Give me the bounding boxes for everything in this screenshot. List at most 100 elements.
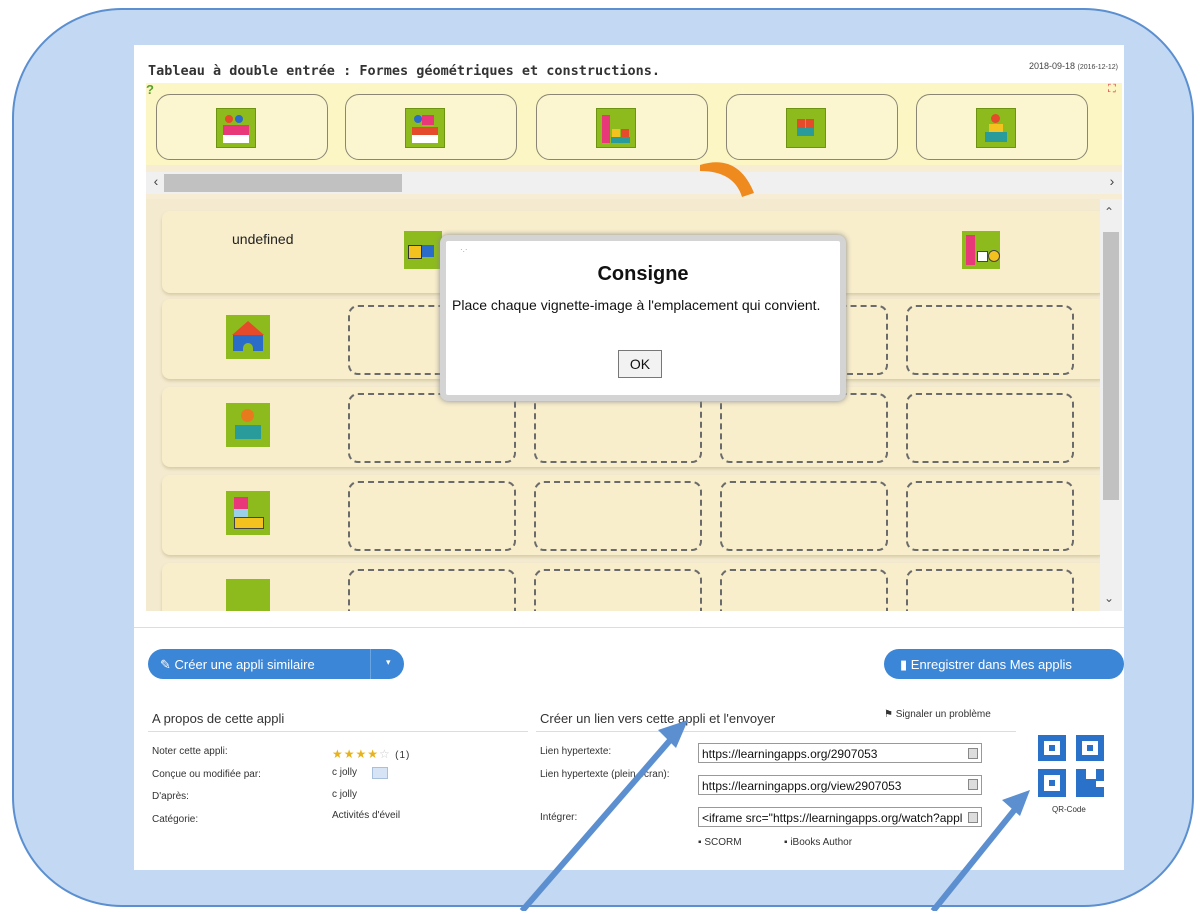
tile-image bbox=[976, 108, 1016, 148]
app-area: ? ⛶ ‹ › undefined ⌃ ⌄ ·.· Consigne Place… bbox=[146, 83, 1122, 611]
create-similar-label: ✎ Créer une appli similaire bbox=[160, 657, 315, 673]
copy-icon[interactable] bbox=[968, 779, 978, 790]
drop-cell[interactable] bbox=[348, 569, 516, 611]
fullscreen-link-field[interactable]: https://learningapps.org/view2907053 bbox=[698, 775, 982, 795]
tile-image bbox=[786, 108, 826, 148]
drop-cell[interactable] bbox=[534, 569, 702, 611]
drop-cell[interactable] bbox=[906, 305, 1074, 375]
ok-button[interactable]: OK bbox=[618, 350, 662, 378]
ibooks-text: iBooks Author bbox=[790, 837, 853, 848]
star-icon[interactable]: ★★★★ bbox=[332, 747, 379, 761]
scroll-thumb[interactable] bbox=[164, 174, 402, 192]
mail-icon[interactable] bbox=[372, 767, 388, 779]
help-icon[interactable]: ? bbox=[146, 83, 160, 97]
drop-cell[interactable] bbox=[720, 481, 888, 551]
based-on-link[interactable]: c jolly bbox=[332, 789, 357, 800]
category-label: Catégorie: bbox=[152, 814, 199, 825]
grid-row bbox=[162, 475, 1106, 555]
grid-row bbox=[162, 563, 1106, 611]
instruction-dialog: ·.· Consigne Place chaque vignette-image… bbox=[440, 235, 846, 401]
drop-cell[interactable] bbox=[534, 481, 702, 551]
scroll-down-icon[interactable]: ⌄ bbox=[1104, 591, 1114, 605]
tile-image bbox=[405, 108, 445, 148]
fullscreen-icon[interactable]: ⛶ bbox=[1108, 83, 1120, 95]
corner-label: undefined bbox=[232, 231, 294, 247]
copy-icon[interactable] bbox=[968, 812, 978, 823]
scroll-thumb[interactable] bbox=[1103, 232, 1119, 500]
dialog-dots: ·.· bbox=[460, 245, 468, 254]
drop-cell[interactable] bbox=[348, 481, 516, 551]
author-link[interactable]: c jolly bbox=[332, 767, 357, 778]
embed-field[interactable]: <iframe src="https://learningapps.org/wa… bbox=[698, 807, 982, 827]
page-title: Tableau à double entrée : Formes géométr… bbox=[148, 63, 661, 79]
date-value: 2018-09-18 bbox=[1028, 61, 1076, 71]
scorm-text: SCORM bbox=[704, 837, 742, 848]
save-label: ▮ Enregistrer dans Mes applis bbox=[900, 657, 1072, 673]
tile-image bbox=[596, 108, 636, 148]
draggable-tile[interactable] bbox=[916, 94, 1088, 160]
draggable-tile[interactable] bbox=[726, 94, 898, 160]
copy-icon[interactable] bbox=[968, 748, 978, 759]
about-title: A propos de cette appli bbox=[152, 711, 285, 726]
row-header-image bbox=[226, 491, 270, 535]
drop-cell[interactable] bbox=[720, 393, 888, 463]
scorm-link[interactable]: ▪ SCORM bbox=[698, 837, 742, 848]
report-problem-text: Signaler un problème bbox=[895, 709, 991, 720]
vertical-scrollbar[interactable]: ⌃ ⌄ bbox=[1100, 199, 1122, 611]
category-link[interactable]: Activités d'éveil bbox=[332, 810, 400, 821]
row-header-image bbox=[226, 403, 270, 447]
scroll-left-icon[interactable]: ‹ bbox=[148, 173, 164, 189]
link-label: Lien hypertexte: bbox=[540, 746, 612, 757]
rating-count: (1) bbox=[395, 750, 411, 761]
draggable-tile[interactable] bbox=[345, 94, 517, 160]
scroll-up-icon[interactable]: ⌃ bbox=[1104, 205, 1114, 219]
date-original: (2016-12-12) bbox=[1077, 64, 1118, 71]
draggable-tile[interactable] bbox=[536, 94, 708, 160]
drop-cell[interactable] bbox=[348, 393, 516, 463]
drop-cell[interactable] bbox=[534, 393, 702, 463]
package-icon: ▪ bbox=[698, 837, 702, 848]
column-header-image bbox=[962, 231, 1000, 269]
link-field[interactable]: https://learningapps.org/2907053 bbox=[698, 743, 982, 763]
tile-image bbox=[216, 108, 256, 148]
drop-cell[interactable] bbox=[906, 569, 1074, 611]
dialog-title: Consigne bbox=[597, 263, 689, 285]
draggable-tile[interactable] bbox=[156, 94, 328, 160]
drop-cell[interactable] bbox=[720, 569, 888, 611]
save-to-my-apps-button[interactable]: ▮ Enregistrer dans Mes applis bbox=[884, 649, 1124, 679]
share-title: Créer un lien vers cette appli et l'envo… bbox=[540, 711, 776, 726]
share-divider bbox=[536, 731, 1016, 732]
tile-strip: ? ⛶ bbox=[146, 83, 1122, 165]
qr-code-icon[interactable] bbox=[1038, 735, 1106, 799]
star-empty-icon[interactable]: ☆ bbox=[379, 747, 391, 761]
horizontal-scrollbar[interactable]: ‹ › bbox=[146, 172, 1122, 194]
rating-stars[interactable]: ★★★★☆ (1) bbox=[332, 747, 410, 761]
report-problem-link[interactable]: ⚑ Signaler un problème bbox=[884, 709, 991, 720]
ibooks-link[interactable]: ▪ iBooks Author bbox=[784, 837, 852, 848]
button-divider bbox=[370, 649, 371, 679]
scroll-right-icon[interactable]: › bbox=[1104, 173, 1120, 189]
book-icon: ▪ bbox=[784, 837, 788, 848]
date: 2018-09-18 (2016-12-12) bbox=[1029, 61, 1118, 71]
author-label: Conçue ou modifiée par: bbox=[152, 769, 261, 780]
drop-cell[interactable] bbox=[906, 393, 1074, 463]
page: Tableau à double entrée : Formes géométr… bbox=[134, 45, 1124, 870]
qr-code-label: QR-Code bbox=[1052, 805, 1086, 814]
fullscreen-link-label: Lien hypertexte (plein écran): bbox=[540, 769, 670, 780]
flag-icon: ⚑ bbox=[884, 709, 893, 720]
embed-label: Intégrer: bbox=[540, 812, 578, 823]
drop-cell[interactable] bbox=[906, 481, 1074, 551]
row-header-image bbox=[226, 579, 270, 611]
dialog-message: Place chaque vignette-image à l'emplacem… bbox=[452, 297, 821, 313]
create-similar-text: Créer une appli similaire bbox=[174, 657, 315, 672]
bookmark-icon: ▮ bbox=[900, 657, 908, 672]
row-header-image bbox=[226, 315, 270, 359]
based-on-label: D'après: bbox=[152, 791, 189, 802]
create-similar-button[interactable]: ✎ Créer une appli similaire ▾ bbox=[148, 649, 404, 679]
chevron-down-icon[interactable]: ▾ bbox=[386, 657, 391, 668]
rate-label: Noter cette appli: bbox=[152, 746, 228, 757]
about-divider bbox=[148, 731, 528, 732]
column-header-image bbox=[404, 231, 442, 269]
edit-icon: ✎ bbox=[160, 657, 171, 672]
divider bbox=[134, 627, 1124, 628]
